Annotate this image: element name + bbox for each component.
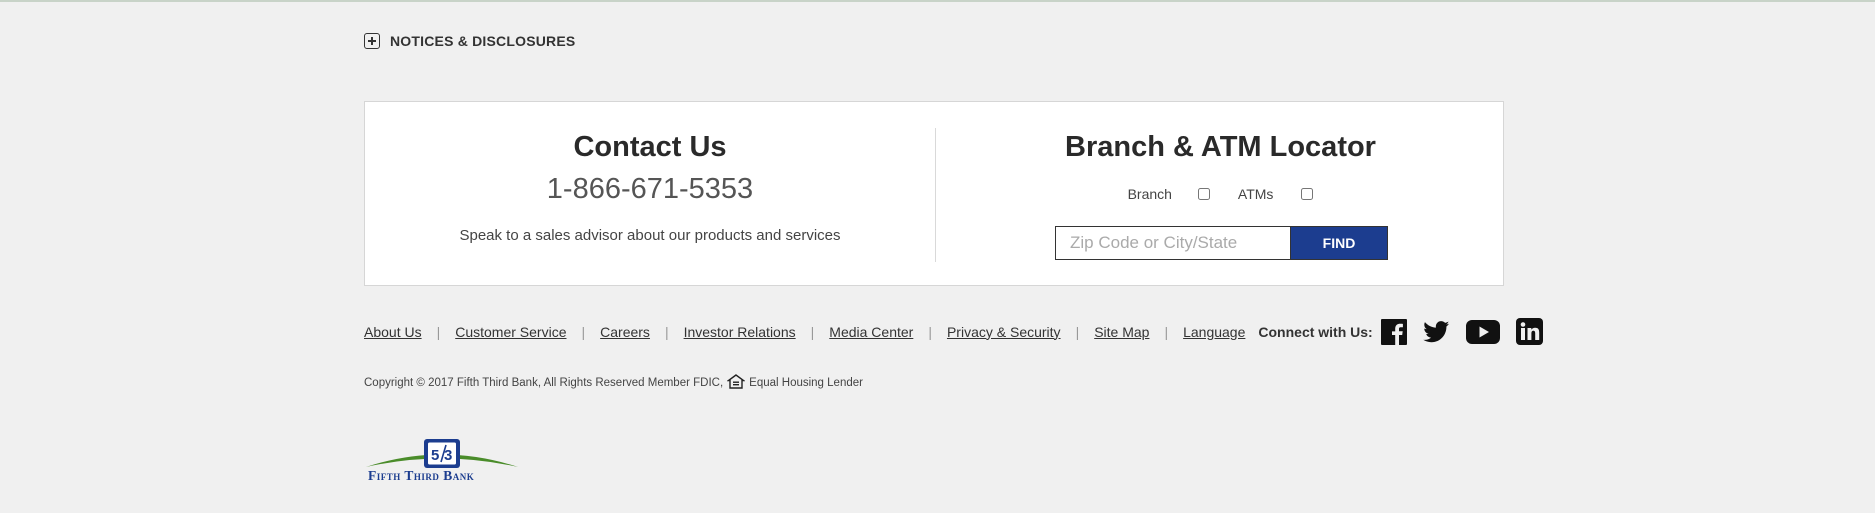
location-search-input[interactable] — [1055, 226, 1290, 260]
social-links — [1380, 318, 1543, 345]
atms-label: ATMs — [1237, 186, 1274, 202]
link-separator: | — [664, 323, 669, 340]
link-separator: | — [1075, 323, 1080, 340]
link-separator: | — [810, 323, 815, 340]
equal-housing-text: Equal Housing Lender — [749, 377, 863, 389]
contact-phone[interactable]: 1-866-671-5353 — [365, 173, 935, 206]
locator-title: Branch & ATM Locator — [1065, 131, 1376, 163]
logo-emblem-icon: 5 3 — [366, 439, 518, 468]
footer-link-customer-service[interactable]: Customer Service — [455, 324, 566, 340]
notices-label: NOTICES & DISCLOSURES — [390, 33, 576, 49]
copyright-text: Copyright © 2017 Fifth Third Bank, All R… — [364, 377, 724, 389]
contact-locator-panel: Contact Us 1-866-671-5353 Speak to a sal… — [364, 101, 1504, 286]
link-separator: | — [928, 323, 932, 340]
copyright-line: Copyright © 2017 Fifth Third Bank, All R… — [364, 374, 863, 392]
link-separator: | — [1164, 323, 1169, 340]
notices-disclosures-toggle[interactable]: NOTICES & DISCLOSURES — [364, 33, 575, 49]
branch-checkbox[interactable] — [1197, 188, 1210, 200]
link-separator: | — [436, 323, 441, 340]
footer-link-language[interactable]: Language — [1183, 324, 1245, 340]
contact-title: Contact Us — [573, 131, 727, 163]
svg-text:3: 3 — [444, 447, 452, 464]
find-button[interactable]: FIND — [1290, 226, 1388, 260]
equal-housing-icon — [726, 374, 746, 392]
fifth-third-bank-logo[interactable]: 5 3 Fifth Third Bank — [364, 436, 520, 488]
top-divider — [0, 0, 1875, 2]
footer-link-privacy-security[interactable]: Privacy & Security — [947, 324, 1061, 340]
plus-square-icon — [364, 33, 380, 49]
footer-link-careers[interactable]: Careers — [600, 324, 650, 340]
locator-options: Branch ATMs — [936, 186, 1505, 202]
footer-links-bar: About Us | Customer Service | Careers | … — [364, 318, 1543, 345]
svg-text:5: 5 — [431, 447, 439, 464]
facebook-icon[interactable] — [1380, 318, 1407, 345]
logo-brand-text: Fifth Third Bank — [368, 468, 475, 483]
footer-link-media-center[interactable]: Media Center — [829, 324, 913, 340]
youtube-icon[interactable] — [1465, 319, 1500, 344]
link-separator: | — [581, 323, 586, 340]
contact-description: Speak to a sales advisor about our produ… — [459, 227, 841, 244]
locator-search: FIND — [1055, 226, 1388, 260]
atms-checkbox[interactable] — [1301, 188, 1314, 200]
footer-link-investor-relations[interactable]: Investor Relations — [684, 324, 796, 340]
footer-link-about-us[interactable]: About Us — [364, 324, 422, 340]
twitter-icon[interactable] — [1422, 320, 1450, 343]
connect-label: Connect with Us: — [1258, 323, 1373, 340]
footer-link-site-map[interactable]: Site Map — [1094, 324, 1149, 340]
branch-label: Branch — [1127, 186, 1172, 202]
linkedin-icon[interactable] — [1515, 318, 1543, 345]
